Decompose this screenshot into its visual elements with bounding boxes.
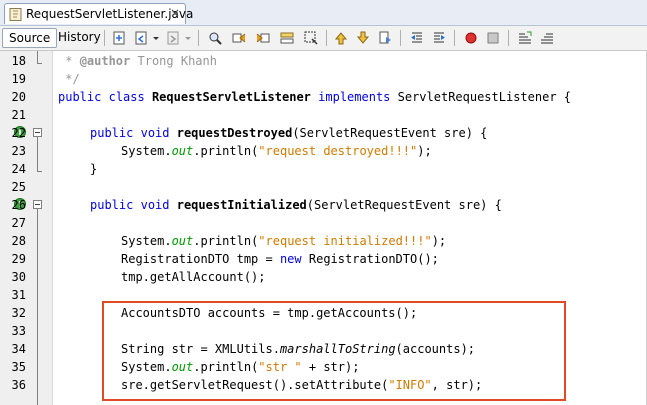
file-tab-title: RequestServletListener.java [26,7,194,21]
toolbar-separator [400,30,401,46]
code-text: System.out.println("request destroyed!!!… [121,144,432,158]
toolbar-separator [454,30,455,46]
code-text: tmp.getAllAccount(); [121,270,266,284]
forward-icon[interactable] [166,31,180,45]
code-text: public void requestDestroyed(ServletRequ… [90,126,488,140]
toggle-highlight-icon[interactable] [280,31,294,45]
toggle-rect-selection-icon[interactable] [304,31,318,45]
line-number: 34 [11,342,26,356]
line-number: 24 [11,162,26,176]
code-line: 25 [0,178,647,196]
line-number: 27 [11,216,26,230]
back-dropdown-icon[interactable] [152,31,160,45]
toolbar-separator [104,30,105,46]
code-line: 18 * @author Trong Khanh [0,52,647,70]
toolbar-separator [198,30,199,46]
code-line: 19 */ [0,70,647,88]
line-number: 19 [11,72,26,86]
line-number: 22 [11,126,26,140]
line-number: 26 [11,198,26,212]
line-number: 18 [11,54,26,68]
code-line: 24 } [0,160,647,178]
line-number: 35 [11,360,26,374]
start-macro-icon[interactable] [464,31,478,45]
last-edit-icon[interactable] [112,31,126,45]
line-number: 33 [11,324,26,338]
java-file-icon [9,8,22,21]
line-number: 20 [11,90,26,104]
line-number: 32 [11,306,26,320]
code-editor[interactable]: I I 18 * @author Trong Khanh 19 */ 20 pu… [0,51,647,405]
line-number: 29 [11,252,26,266]
back-icon[interactable] [134,31,148,45]
shift-right-icon[interactable] [432,31,446,45]
code-text: } [90,162,98,176]
line-number: 21 [11,108,26,122]
source-button[interactable]: Source [2,28,58,48]
code-text: */ [58,72,80,86]
code-text: public class RequestServletListener impl… [58,90,572,104]
stop-macro-icon[interactable] [486,31,500,45]
uncomment-icon[interactable] [540,31,554,45]
toggle-bookmark-icon[interactable] [378,31,392,45]
file-tab[interactable]: RequestServletListener.java × [4,3,193,24]
code-line: 23 System.out.println("request destroyed… [0,142,647,160]
code-text: * @author Trong Khanh [58,54,217,68]
code-line: 26 public void requestInitialized(Servle… [0,196,647,214]
highlight-annotation-box [102,301,566,401]
editor-tab-bar: RequestServletListener.java × [0,0,647,26]
find-previous-icon[interactable] [232,31,246,45]
code-line: 28 System.out.println("request initializ… [0,232,647,250]
close-tab-icon[interactable]: × [170,6,180,20]
code-text: RegistrationDTO tmp = new RegistrationDT… [121,252,439,266]
code-line: 30 tmp.getAllAccount(); [0,268,647,286]
line-number: 30 [11,270,26,284]
find-next-icon[interactable] [256,31,270,45]
code-text: System.out.println("request initialized!… [121,234,447,248]
shift-left-icon[interactable] [410,31,424,45]
toolbar-separator [508,30,509,46]
line-number: 31 [11,288,26,302]
code-line: 21 [0,106,647,124]
line-number: 36 [11,378,26,392]
code-line: 22 public void requestDestroyed(ServletR… [0,124,647,142]
next-bookmark-icon[interactable] [356,31,370,45]
line-number: 25 [11,180,26,194]
toolbar-separator [326,30,327,46]
history-button[interactable]: History [52,28,107,48]
line-number: 28 [11,234,26,248]
find-selection-icon[interactable] [208,31,222,45]
code-text: public void requestInitialized(ServletRe… [90,198,502,212]
line-number: 23 [11,144,26,158]
editor-toolbar: Source History [0,26,647,51]
code-line: 27 [0,214,647,232]
comment-icon[interactable] [518,31,532,45]
code-line: 20 public class RequestServletListener i… [0,88,647,106]
code-line: 29 RegistrationDTO tmp = new Registratio… [0,250,647,268]
previous-bookmark-icon[interactable] [334,31,348,45]
forward-dropdown-icon[interactable] [184,31,192,45]
